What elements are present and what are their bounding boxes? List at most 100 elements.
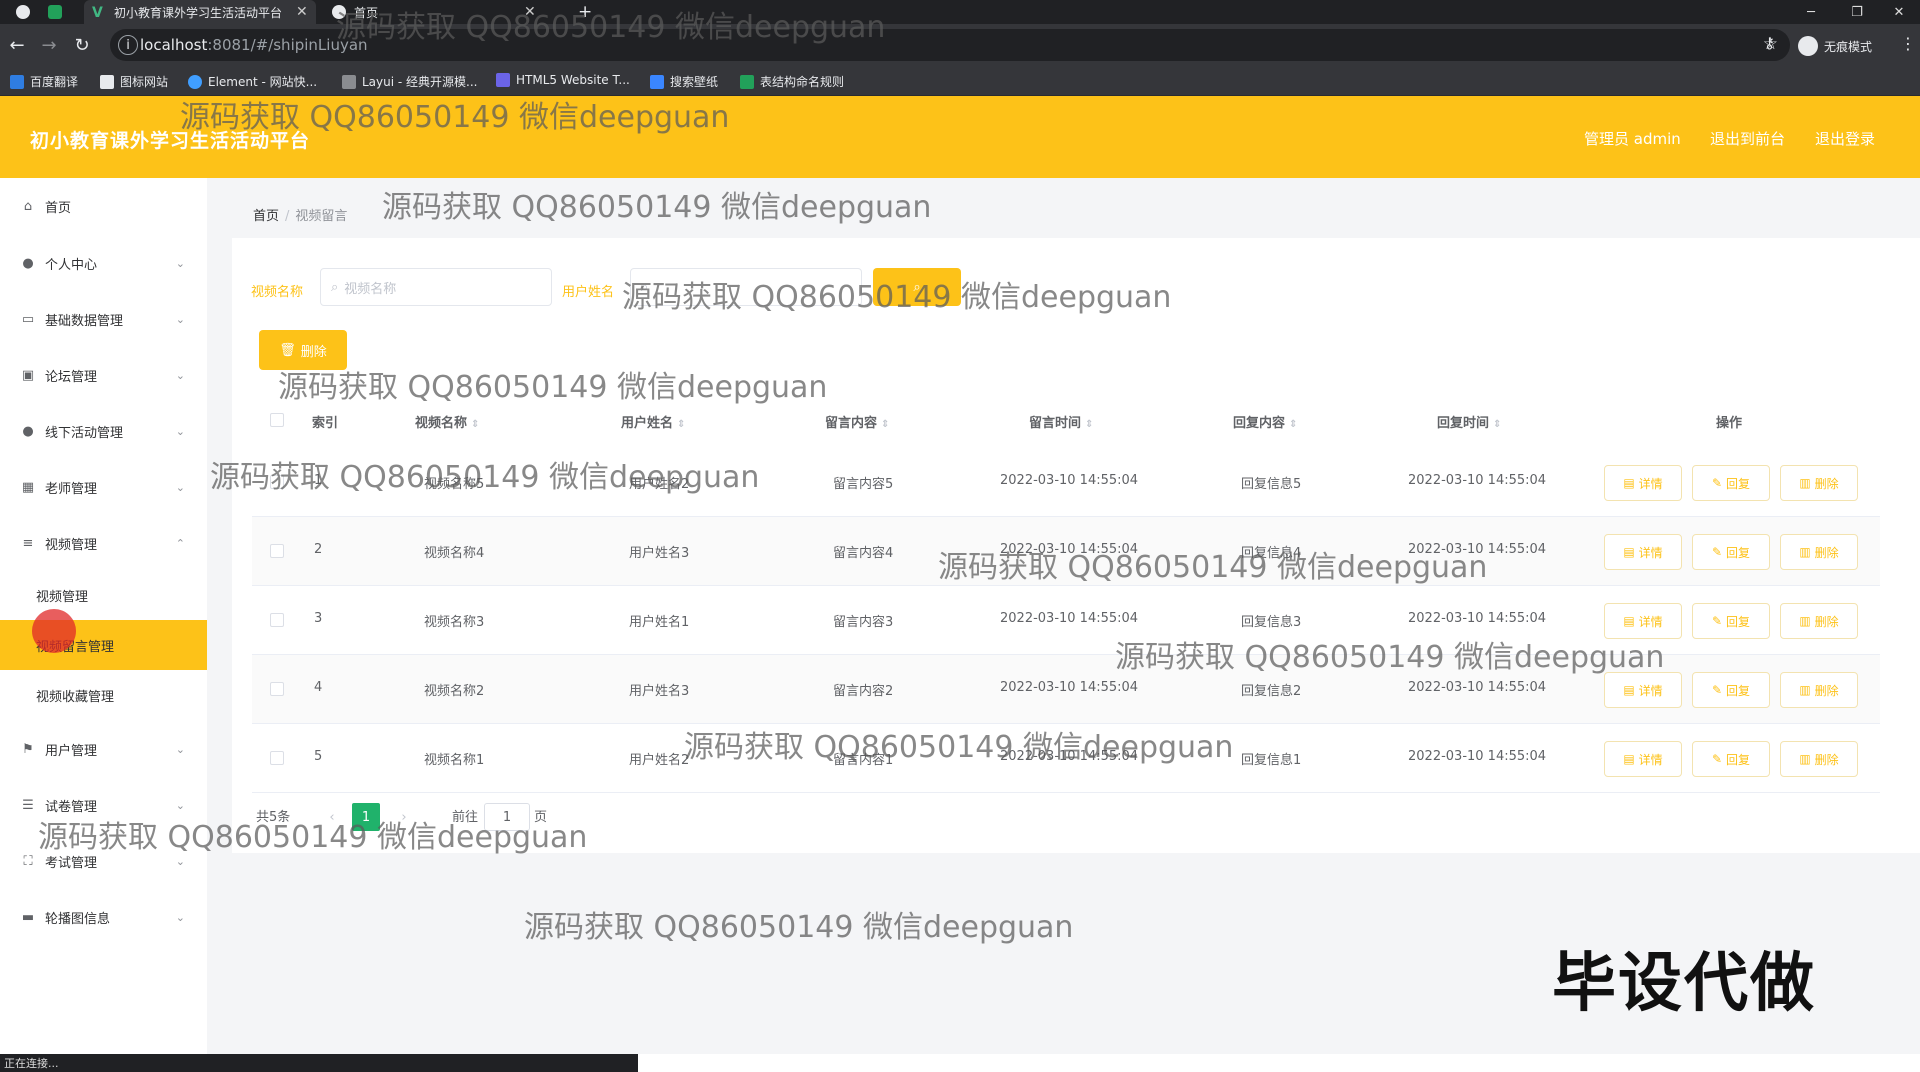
cell-index: 3: [314, 611, 323, 626]
app-header: 初小教育课外学习生活活动平台 管理员 admin 退出到前台 退出登录: [0, 96, 1920, 178]
select-all-checkbox[interactable]: [270, 413, 284, 427]
reply-button[interactable]: ✎ 回复: [1692, 534, 1770, 570]
sidebar-item-teacher[interactable]: ▦ 老师管理 ⌄: [0, 467, 207, 507]
th-video-name[interactable]: 视频名称 ⇕: [415, 412, 479, 431]
goto-page-input[interactable]: 1: [484, 803, 530, 831]
sort-icon[interactable]: ⇕: [1493, 419, 1501, 430]
sidebar-item-video[interactable]: ≡ 视频管理 ⌃: [0, 523, 207, 563]
reply-button[interactable]: ✎ 回复: [1692, 603, 1770, 639]
bookmark-item[interactable]: HTML5 Website T...: [496, 73, 630, 87]
prev-page-icon[interactable]: ‹: [318, 803, 346, 831]
th-time[interactable]: 留言时间 ⇕: [1029, 412, 1093, 431]
url-input[interactable]: i localhost:8081/#/shipinLiuyan ☆: [110, 29, 1790, 61]
delete-button[interactable]: ▥ 删除: [1780, 603, 1858, 639]
reply-button[interactable]: ✎ 回复: [1692, 672, 1770, 708]
sidebar-item-papers[interactable]: ☰ 试卷管理 ⌄: [0, 785, 207, 825]
reply-button[interactable]: ✎ 回复: [1692, 465, 1770, 501]
search-button[interactable]: ⌕: [873, 268, 961, 306]
table-row: 1 视频名称5 用户姓名2 留言内容5 2022-03-10 14:55:04 …: [252, 448, 1880, 517]
next-page-icon[interactable]: ›: [390, 803, 418, 831]
cell-content: 留言内容3: [833, 615, 894, 630]
sidebar-item-profile[interactable]: ● 个人中心 ⌄: [0, 243, 207, 283]
chevron-down-icon: ⌄: [175, 480, 185, 494]
sort-icon[interactable]: ⇕: [471, 419, 479, 430]
flag-icon: ⚑: [22, 741, 34, 757]
bookmark-item[interactable]: 表结构命名规则: [740, 73, 844, 90]
sidebar-item-home[interactable]: ⌂ 首页: [0, 186, 207, 226]
detail-button[interactable]: ▤ 详情: [1604, 603, 1682, 639]
edit-icon: ✎: [1711, 683, 1723, 697]
tab-title: 初小教育课外学习生活活动平台: [114, 5, 283, 20]
app-title: 初小教育课外学习生活活动平台: [30, 130, 311, 152]
delete-button[interactable]: ▥ 删除: [1780, 534, 1858, 570]
sidebar-sub-video-comments[interactable]: 视频留言管理: [0, 620, 207, 670]
info-icon[interactable]: i: [118, 35, 138, 55]
delete-button[interactable]: ▥ 删除: [1780, 672, 1858, 708]
th-user-name[interactable]: 用户姓名 ⇕: [621, 412, 685, 431]
detail-button[interactable]: ▤ 详情: [1604, 534, 1682, 570]
flag-bookmark-icon: [100, 74, 114, 89]
sidebar-item-user[interactable]: ⚑ 用户管理 ⌄: [0, 729, 207, 769]
minimize-icon[interactable]: ─: [1790, 0, 1832, 24]
front-link[interactable]: 退出到前台: [1710, 128, 1785, 149]
detail-button[interactable]: ▤ 详情: [1604, 465, 1682, 501]
crop-icon: ⛶: [23, 853, 33, 869]
more-icon[interactable]: ⋮: [1900, 34, 1916, 53]
cell-time: 2022-03-10 14:55:04: [1000, 749, 1139, 764]
close-tab-icon[interactable]: ✕: [296, 4, 308, 20]
th-reply[interactable]: 回复内容 ⇕: [1233, 412, 1297, 431]
tab-platform[interactable]: V 初小教育课外学习生活活动平台 ✕: [84, 0, 316, 24]
row-checkbox[interactable]: [270, 751, 284, 765]
sidebar-item-offline-activity[interactable]: ● 线下活动管理 ⌄: [0, 411, 207, 451]
forward-icon[interactable]: →: [38, 34, 60, 56]
bookmark-item[interactable]: Element - 网站快...: [188, 73, 317, 90]
address-bar: ← → ↻ i localhost:8081/#/shipinLiuyan ☆: [0, 24, 1920, 66]
url-host: localhost: [140, 36, 208, 54]
row-checkbox[interactable]: [270, 682, 284, 696]
video-name-input[interactable]: ⌕ 视频名称: [320, 268, 552, 306]
reply-button[interactable]: ✎ 回复: [1692, 741, 1770, 777]
close-tab-icon[interactable]: ✕: [524, 4, 536, 20]
sidebar-sub-video-manage[interactable]: 视频管理: [0, 570, 207, 620]
row-checkbox[interactable]: [270, 613, 284, 627]
user-name-input[interactable]: ⌕: [630, 268, 862, 306]
th-reply-time[interactable]: 回复时间 ⇕: [1437, 412, 1501, 431]
sort-icon[interactable]: ⇕: [677, 419, 685, 430]
sidebar-item-basic-data[interactable]: ▭ 基础数据管理 ⌄: [0, 299, 207, 339]
page-number-current[interactable]: 1: [352, 803, 380, 831]
sidebar-item-forum[interactable]: ▣ 论坛管理 ⌄: [0, 355, 207, 395]
browser-green-tab[interactable]: [40, 0, 78, 24]
sort-icon[interactable]: ⇕: [881, 419, 889, 430]
bookmark-item[interactable]: 图标网站: [100, 73, 168, 90]
sort-icon[interactable]: ⇕: [1289, 419, 1297, 430]
new-tab-icon[interactable]: +: [570, 0, 600, 24]
close-window-icon[interactable]: ✕: [1878, 0, 1920, 24]
th-content[interactable]: 留言内容 ⇕: [825, 412, 889, 431]
logout-link[interactable]: 退出登录: [1815, 128, 1875, 149]
reload-icon[interactable]: ↻: [71, 34, 93, 56]
sort-icon[interactable]: ⇕: [1085, 419, 1093, 430]
incognito-indicator[interactable]: 无痕模式: [1798, 36, 1872, 56]
bookmark-item[interactable]: 搜索壁纸: [650, 73, 718, 90]
bookmark-item[interactable]: 百度翻译: [10, 73, 78, 90]
restore-icon[interactable]: ❐: [1836, 0, 1878, 24]
detail-button[interactable]: ▤ 详情: [1604, 741, 1682, 777]
doc-icon: ▤: [1623, 752, 1635, 766]
batch-delete-button[interactable]: 🗑 删除: [259, 330, 347, 370]
detail-button[interactable]: ▤ 详情: [1604, 672, 1682, 708]
delete-button[interactable]: ▥ 删除: [1780, 741, 1858, 777]
delete-button[interactable]: ▥ 删除: [1780, 465, 1858, 501]
row-checkbox[interactable]: [270, 475, 284, 489]
key-icon[interactable]: ⚷: [1764, 34, 1775, 52]
sidebar-item-exam[interactable]: ⛶ 考试管理 ⌄: [0, 841, 207, 881]
tab-home[interactable]: 首页 ✕: [324, 0, 564, 24]
sidebar-sub-video-favorites[interactable]: 视频收藏管理: [0, 670, 207, 720]
breadcrumb-home[interactable]: 首页: [253, 209, 279, 224]
table-header: 索引 视频名称 ⇕ 用户姓名 ⇕ 留言内容 ⇕ 留言时间 ⇕ 回复内容 ⇕ 回复时间 ⇕ 操…: [252, 400, 1880, 440]
back-icon[interactable]: ←: [6, 34, 28, 56]
table-row: 2 视频名称4 用户姓名3 留言内容4 2022-03-10 14:55:04 …: [252, 517, 1880, 586]
chevron-down-icon: ⌄: [175, 798, 185, 812]
bookmark-item[interactable]: Layui - 经典开源模...: [342, 73, 477, 90]
row-checkbox[interactable]: [270, 544, 284, 558]
sidebar-item-carousel[interactable]: ▬ 轮播图信息 ⌄: [0, 897, 207, 937]
